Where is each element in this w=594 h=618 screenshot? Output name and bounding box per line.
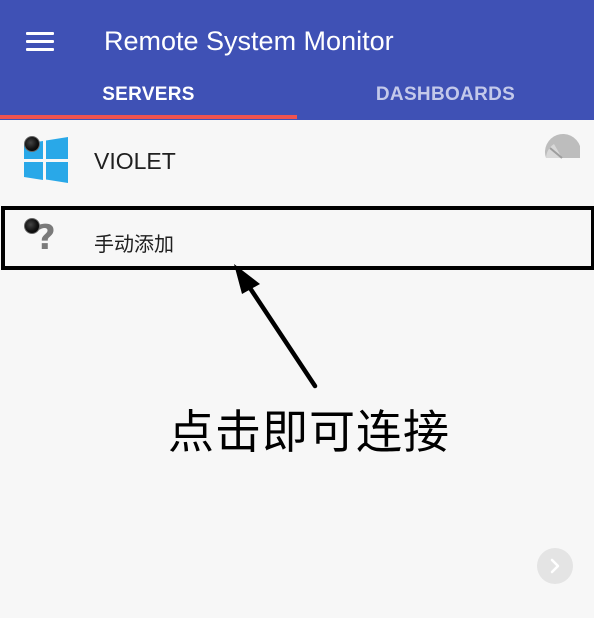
server-item-violet[interactable]: VIOLET (0, 120, 594, 200)
next-button[interactable] (537, 548, 573, 584)
tab-indicator (0, 115, 297, 119)
annotation-arrow (234, 264, 318, 389)
server-name: 手动添加 (94, 232, 174, 256)
status-dot-icon (24, 218, 40, 234)
app-bar: Remote System Monitor SERVERS DASHBOARDS (0, 0, 594, 120)
tab-dashboards-label: DASHBOARDS (375, 84, 516, 105)
hamburger-menu-icon[interactable] (26, 30, 56, 54)
chevron-right-icon (550, 558, 560, 574)
app-title: Remote System Monitor (104, 26, 394, 56)
server-item-manual-add[interactable]: ? 手动添加 (0, 204, 594, 268)
gauge-icon[interactable] (542, 132, 582, 162)
annotation-text: 点击即可连接 (168, 405, 450, 459)
tab-servers-label: SERVERS (102, 84, 195, 105)
server-name: VIOLET (94, 148, 176, 174)
status-dot-icon (24, 136, 40, 152)
tab-dashboards[interactable]: DASHBOARDS (297, 84, 594, 120)
